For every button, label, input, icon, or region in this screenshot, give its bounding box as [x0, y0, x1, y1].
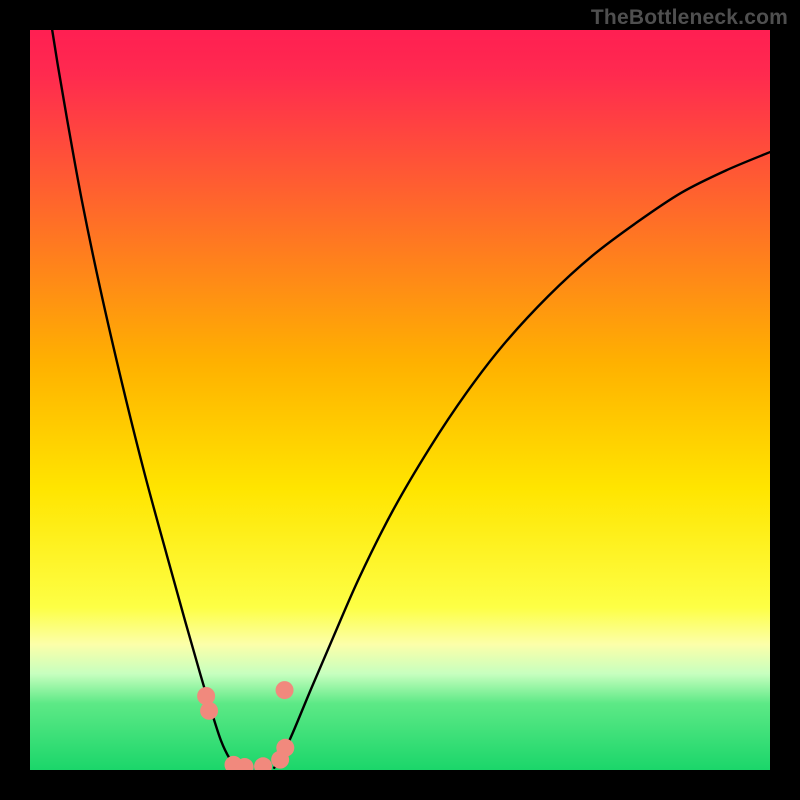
chart-frame: TheBottleneck.com [0, 0, 800, 800]
chart-svg [30, 30, 770, 770]
gradient-background [30, 30, 770, 770]
plot-area [30, 30, 770, 770]
marker-point [276, 681, 294, 699]
watermark-text: TheBottleneck.com [591, 6, 788, 30]
marker-point [276, 739, 294, 757]
marker-point [200, 702, 218, 720]
marker-point [197, 687, 215, 705]
